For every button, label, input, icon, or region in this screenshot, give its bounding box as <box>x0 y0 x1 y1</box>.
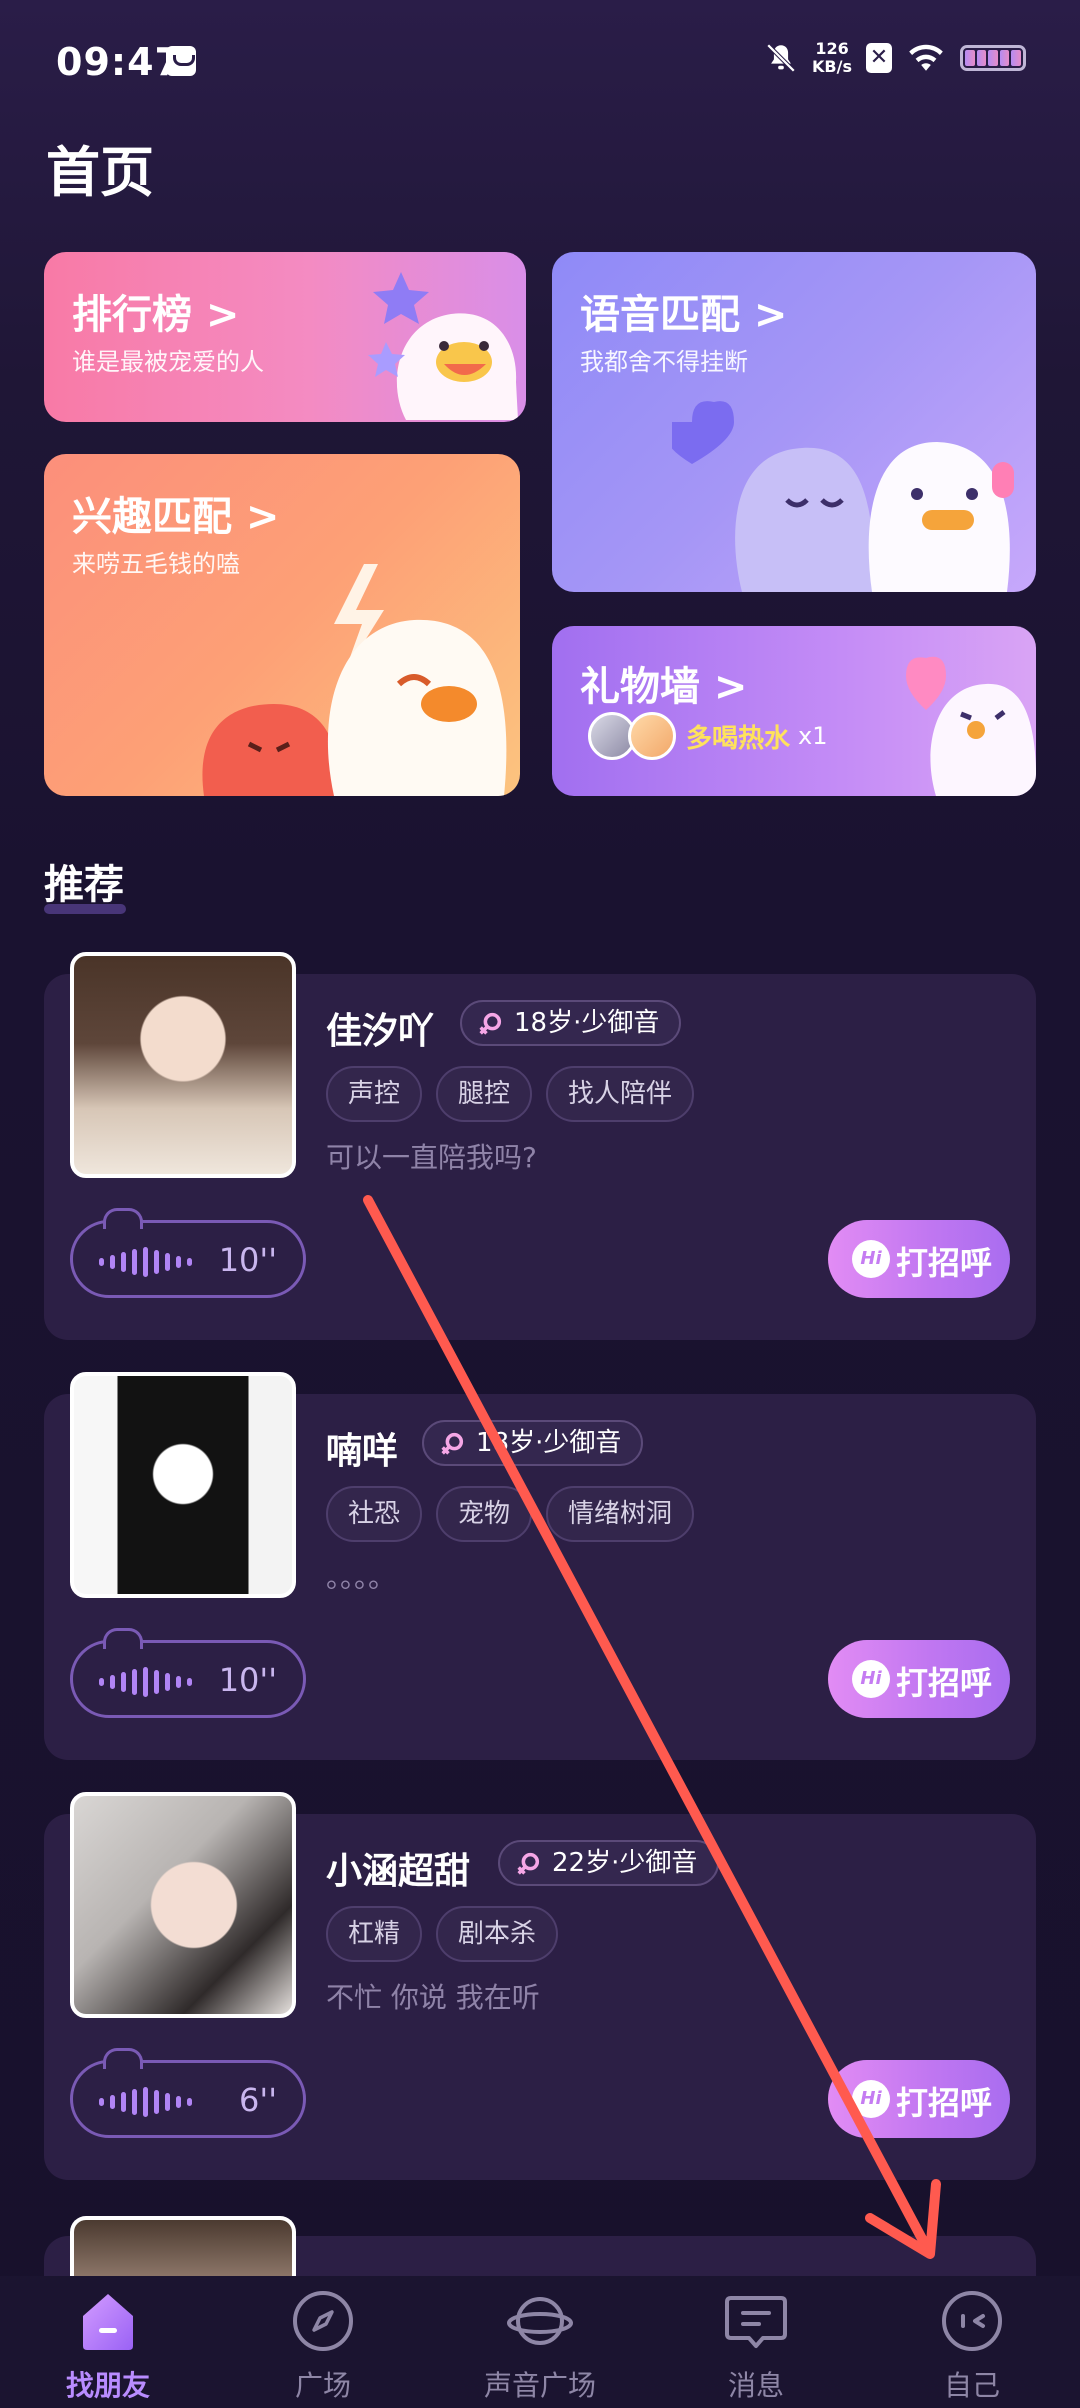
message-icon <box>725 2296 787 2348</box>
sound-wave-icon <box>99 1667 192 1697</box>
user-tags: 声控 腿控 找人陪伴 <box>326 1066 695 1122</box>
hi-icon: Hi <box>852 1660 890 1698</box>
user-card[interactable]: 佳汐吖 18岁·少御音 声控 腿控 找人陪伴 可以一直陪我吗? 10'' Hi … <box>44 952 1036 1340</box>
compass-icon <box>293 2291 353 2351</box>
hi-icon: Hi <box>852 1240 890 1278</box>
profile-icon <box>942 2291 1002 2351</box>
ranking-subtitle: 谁是最被宠爱的人 <box>72 348 264 376</box>
recommend-section-title: 推荐 <box>44 852 126 914</box>
user-age-text: 18岁·少御音 <box>476 1428 622 1458</box>
user-age-text: 18岁·少御音 <box>514 1008 660 1038</box>
voice-intro-player[interactable]: 10'' <box>70 1208 306 1298</box>
status-time: 09:47 <box>56 40 182 84</box>
greet-button-label: 打招呼 <box>896 1244 993 1282</box>
ranking-card[interactable]: 排行榜 > 谁是最被宠爱的人 <box>44 252 526 422</box>
user-bio: 不忙 你说 我在听 <box>326 1981 540 2014</box>
user-tags: 社恐 宠物 情绪树洞 <box>326 1486 695 1542</box>
wifi-icon <box>909 44 943 71</box>
user-card[interactable]: 喃咩 18岁·少御音 社恐 宠物 情绪树洞 。。。。 10'' Hi 打招呼 <box>44 1372 1036 1760</box>
user-name: 喃咩 <box>326 1431 399 1472</box>
voice-match-title: 语音匹配 > <box>580 292 788 338</box>
user-bio: 。。。。 <box>326 1561 397 1594</box>
voice-match-card[interactable]: 语音匹配 > 我都舍不得挂断 <box>552 252 1036 592</box>
user-name: 小涵超甜 <box>326 1851 471 1892</box>
nav-label: 声音广场 <box>483 2369 596 2402</box>
female-gender-icon <box>517 1852 540 1875</box>
home-icon <box>83 2294 133 2350</box>
user-tag: 声控 <box>326 1066 423 1122</box>
user-tag: 情绪树洞 <box>546 1486 695 1542</box>
planet-icon <box>507 2297 573 2345</box>
network-speed-value: 126 <box>815 39 849 58</box>
gift-wall-card[interactable]: 礼物墙 > 多喝热水 x1 <box>552 626 1036 796</box>
nav-label: 广场 <box>294 2369 351 2402</box>
user-tags: 杠精 剧本杀 <box>326 1906 559 1962</box>
user-photo[interactable] <box>70 1372 296 1598</box>
user-photo[interactable] <box>70 1792 296 2018</box>
sound-wave-icon <box>99 2087 192 2117</box>
interest-match-title: 兴趣匹配 > <box>72 494 280 540</box>
voice-duration: 6'' <box>239 2081 277 2119</box>
battery-icon <box>960 45 1026 71</box>
user-photo[interactable] <box>70 952 296 1178</box>
gift-name: 多喝热水 <box>686 723 791 754</box>
user-tag: 剧本杀 <box>436 1906 559 1962</box>
female-gender-icon <box>479 1012 502 1035</box>
gift-wall-latest: 多喝热水 x1 <box>588 712 828 760</box>
ghost-couple-mascot-icon <box>672 401 1014 592</box>
nav-label: 消息 <box>727 2369 784 2402</box>
network-speed: 126 KB/s <box>812 40 852 76</box>
user-tag: 找人陪伴 <box>546 1066 695 1122</box>
bell-muted-icon <box>766 43 796 73</box>
user-tag: 宠物 <box>436 1486 533 1542</box>
voice-match-subtitle: 我都舍不得挂断 <box>580 348 748 376</box>
user-age-badge: 18岁·少御音 <box>460 1000 682 1046</box>
user-tag: 社恐 <box>326 1486 423 1542</box>
nav-item-find-friends[interactable]: 找朋友 <box>33 2288 183 2404</box>
greet-button-label: 打招呼 <box>896 2084 993 2122</box>
ghost-heart-mascot-icon <box>906 656 1036 796</box>
user-card[interactable]: 小涵超甜 22岁·少御音 杠精 剧本杀 不忙 你说 我在听 6'' Hi 打招呼 <box>44 1792 1036 2180</box>
network-speed-unit: KB/s <box>812 57 852 76</box>
greet-button[interactable]: Hi 打招呼 <box>828 1220 1010 1298</box>
female-gender-icon <box>441 1432 464 1455</box>
greet-button[interactable]: Hi 打招呼 <box>828 2060 1010 2138</box>
notification-message-icon <box>166 46 196 76</box>
page-title: 首页 <box>46 141 154 204</box>
ranking-title: 排行榜 > <box>72 292 240 338</box>
gift-count: x1 <box>798 722 828 750</box>
voice-duration: 10'' <box>218 1241 277 1279</box>
hi-icon: Hi <box>852 2080 890 2118</box>
nav-item-messages[interactable]: 消息 <box>681 2288 831 2404</box>
user-age-badge: 18岁·少御音 <box>422 1420 644 1466</box>
voice-intro-player[interactable]: 10'' <box>70 1628 306 1718</box>
gift-receiver-avatar <box>628 712 676 760</box>
voice-duration: 10'' <box>218 1661 277 1699</box>
nav-item-plaza[interactable]: 广场 <box>248 2288 398 2404</box>
ghost-star-mascot-icon <box>368 272 518 420</box>
nav-item-me[interactable]: 自己 <box>897 2288 1047 2404</box>
sound-wave-icon <box>99 1247 192 1277</box>
greet-button[interactable]: Hi 打招呼 <box>828 1640 1010 1718</box>
no-sim-icon: ✕ <box>866 43 892 73</box>
status-bar: 09:47 126 KB/s ✕ <box>0 0 1080 130</box>
ghost-duo-mascot-icon <box>202 564 507 796</box>
user-bio: 可以一直陪我吗? <box>326 1141 537 1174</box>
user-tag: 腿控 <box>436 1066 533 1122</box>
gift-wall-title: 礼物墙 > <box>580 664 748 710</box>
user-age-text: 22岁·少御音 <box>552 1848 698 1878</box>
nav-label: 自己 <box>943 2369 1000 2402</box>
voice-intro-player[interactable]: 6'' <box>70 2048 306 2138</box>
user-age-badge: 22岁·少御音 <box>498 1840 720 1886</box>
nav-item-voice-plaza[interactable]: 声音广场 <box>465 2288 615 2404</box>
interest-match-card[interactable]: 兴趣匹配 > 来唠五毛钱的嗑 <box>44 454 520 796</box>
greet-button-label: 打招呼 <box>896 1664 993 1702</box>
bottom-nav: 找朋友 广场 声音广场 消息 自己 <box>0 2276 1080 2408</box>
nav-label: 找朋友 <box>65 2369 150 2402</box>
status-icons: 126 KB/s ✕ <box>764 40 1026 76</box>
user-tag: 杠精 <box>326 1906 423 1962</box>
user-name: 佳汐吖 <box>326 1011 435 1052</box>
